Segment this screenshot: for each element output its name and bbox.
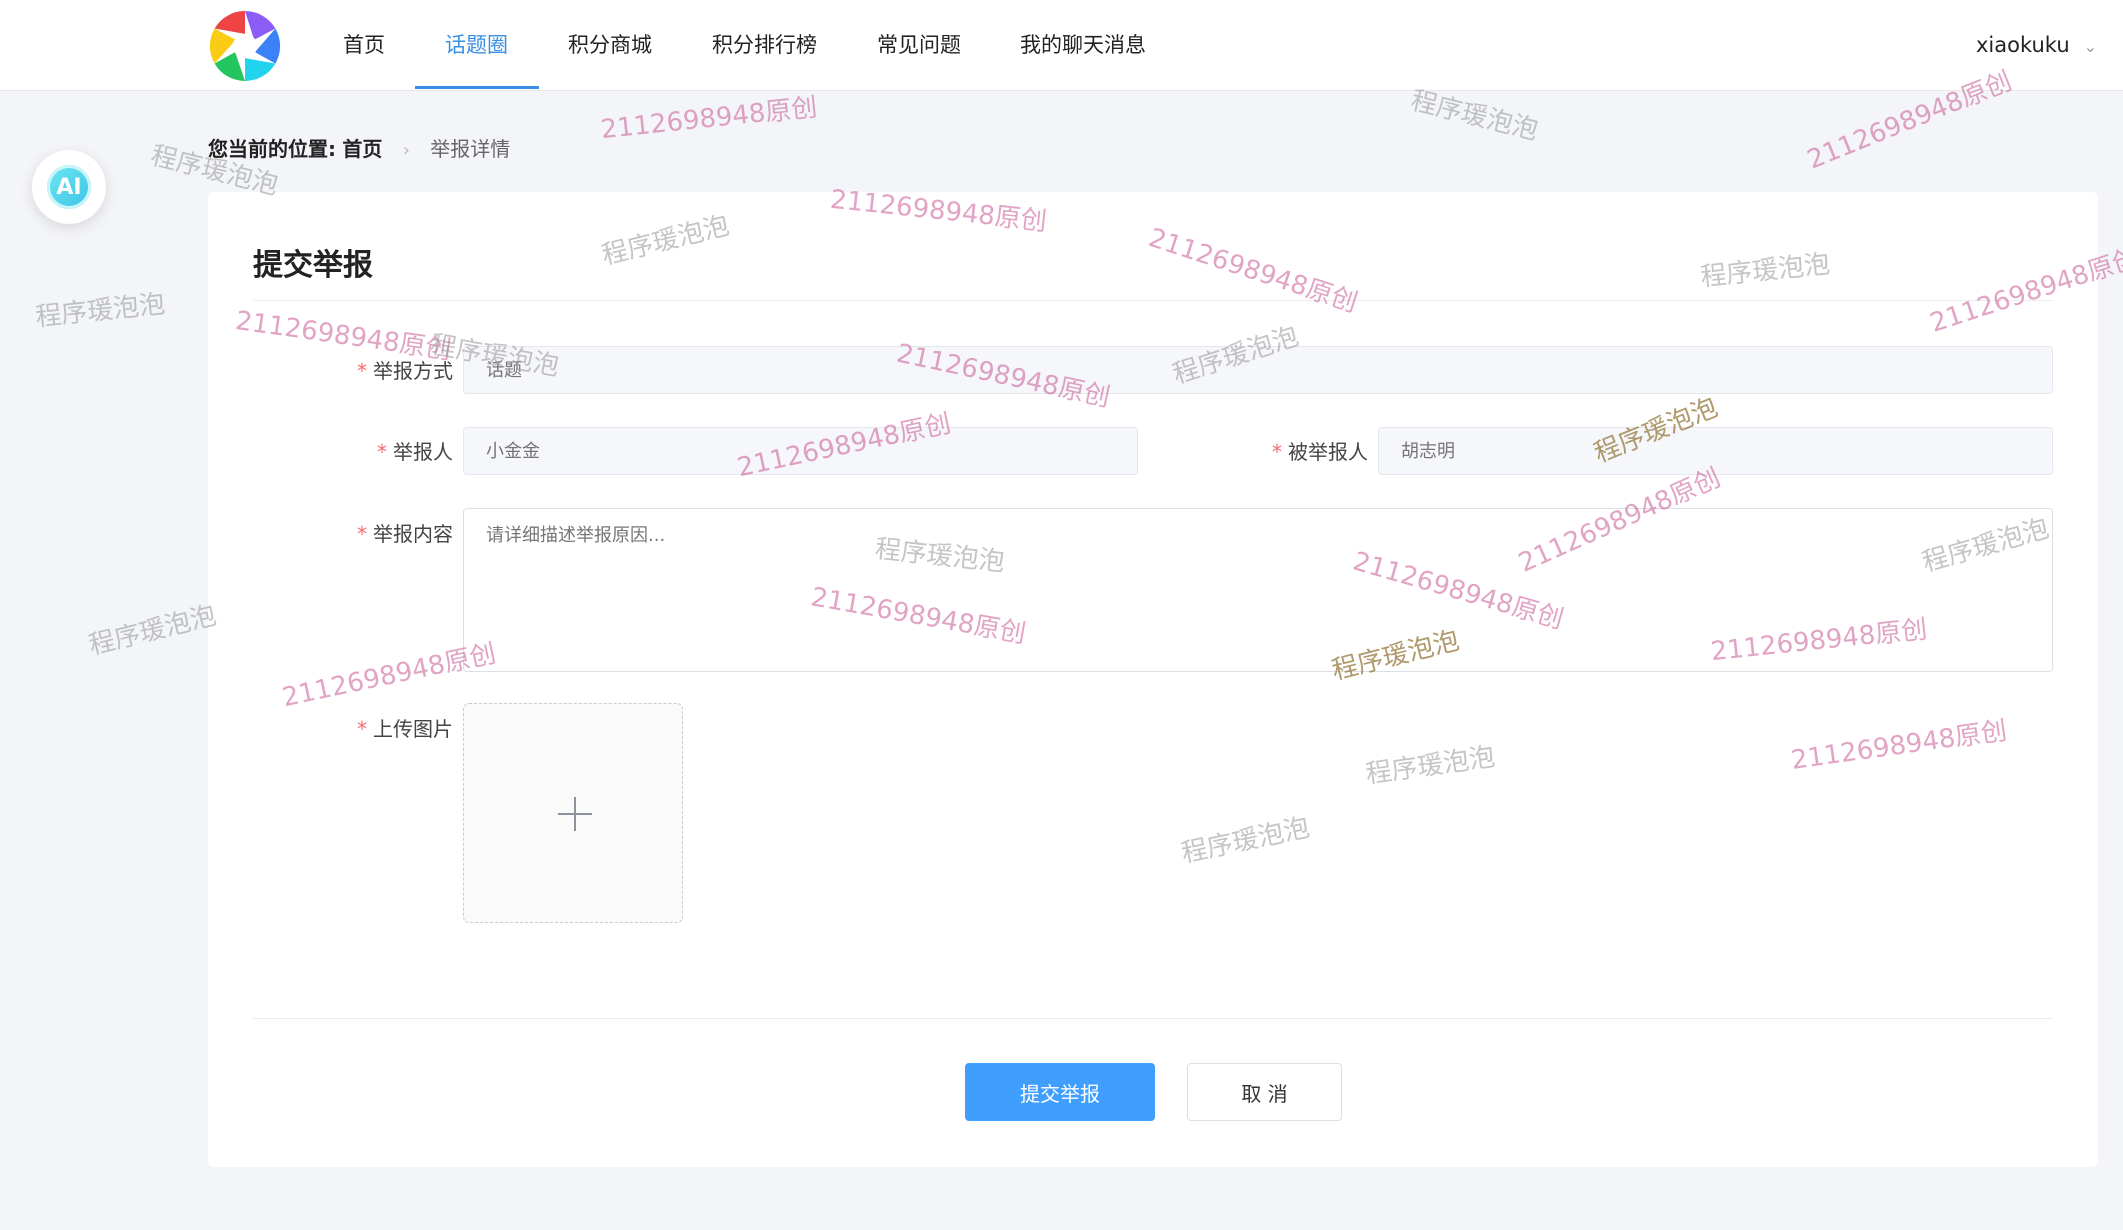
top-navbar: 首页 话题圈 积分商城 积分排行榜 常见问题 我的聊天消息 xiaokuku ⌄ bbox=[0, 0, 2123, 91]
breadcrumb-current: 举报详情 bbox=[430, 137, 511, 161]
ai-assistant-button[interactable]: AI bbox=[32, 150, 106, 224]
breadcrumb-prefix: 您当前的位置: bbox=[208, 137, 336, 161]
divider bbox=[253, 1018, 2053, 1019]
report-content-textarea[interactable] bbox=[463, 508, 2053, 672]
user-menu[interactable]: xiaokuku ⌄ bbox=[1976, 0, 2097, 90]
ai-icon: AI bbox=[47, 165, 91, 209]
required-mark: * bbox=[377, 440, 387, 464]
upload-image-label: * 上传图片 bbox=[253, 713, 453, 742]
breadcrumb-home-link[interactable]: 首页 bbox=[342, 137, 382, 161]
image-upload-box[interactable] bbox=[463, 703, 683, 923]
submit-report-button[interactable]: 提交举报 bbox=[965, 1063, 1155, 1121]
report-content-label-text: 举报内容 bbox=[373, 522, 453, 546]
report-type-label: * 举报方式 bbox=[253, 355, 453, 384]
divider bbox=[253, 300, 2053, 301]
active-tab-indicator bbox=[415, 86, 539, 89]
ai-label: AI bbox=[56, 174, 82, 200]
watermark-text: 程序瑗泡泡 bbox=[34, 289, 167, 333]
nav-points-mall[interactable]: 积分商城 bbox=[568, 0, 652, 90]
page-title: 提交举报 bbox=[253, 248, 373, 283]
report-content-label: * 举报内容 bbox=[253, 518, 453, 547]
watermark-text: 2112698948原创 bbox=[599, 92, 819, 146]
nav-points-ranking[interactable]: 积分排行榜 bbox=[712, 0, 817, 90]
chevron-down-icon: ⌄ bbox=[2083, 37, 2098, 56]
required-mark: * bbox=[1272, 440, 1282, 464]
plus-icon-vertical bbox=[574, 797, 576, 831]
report-type-input[interactable] bbox=[463, 346, 2053, 394]
reported-user-label: * 被举报人 bbox=[1168, 436, 1368, 465]
nav-my-chat-messages[interactable]: 我的聊天消息 bbox=[1020, 0, 1146, 90]
nav-faq[interactable]: 常见问题 bbox=[877, 0, 961, 90]
required-mark: * bbox=[357, 359, 367, 383]
reporter-label-text: 举报人 bbox=[393, 440, 453, 464]
reported-user-label-text: 被举报人 bbox=[1288, 440, 1368, 464]
report-type-label-text: 举报方式 bbox=[373, 359, 453, 383]
reporter-label: * 举报人 bbox=[253, 436, 453, 465]
camera-aperture-logo-icon[interactable] bbox=[207, 8, 283, 84]
reported-user-input[interactable] bbox=[1378, 427, 2053, 475]
required-mark: * bbox=[357, 717, 367, 741]
cancel-button[interactable]: 取 消 bbox=[1187, 1063, 1342, 1121]
upload-image-label-text: 上传图片 bbox=[373, 717, 453, 741]
breadcrumb: 您当前的位置: 首页 › 举报详情 bbox=[208, 134, 510, 164]
username: xiaokuku bbox=[1976, 33, 2070, 57]
breadcrumb-separator-icon: › bbox=[402, 140, 410, 161]
required-mark: * bbox=[357, 522, 367, 546]
reporter-input[interactable] bbox=[463, 427, 1138, 475]
report-form-card: 提交举报 *举报方式 *举报人 *被举报人 *举报内容 *上传图片 提交举报 取… bbox=[208, 192, 2098, 1167]
nav-home[interactable]: 首页 bbox=[343, 0, 385, 90]
nav-topic-circle[interactable]: 话题圈 bbox=[445, 0, 508, 90]
watermark-text: 程序瑗泡泡 bbox=[85, 600, 220, 662]
